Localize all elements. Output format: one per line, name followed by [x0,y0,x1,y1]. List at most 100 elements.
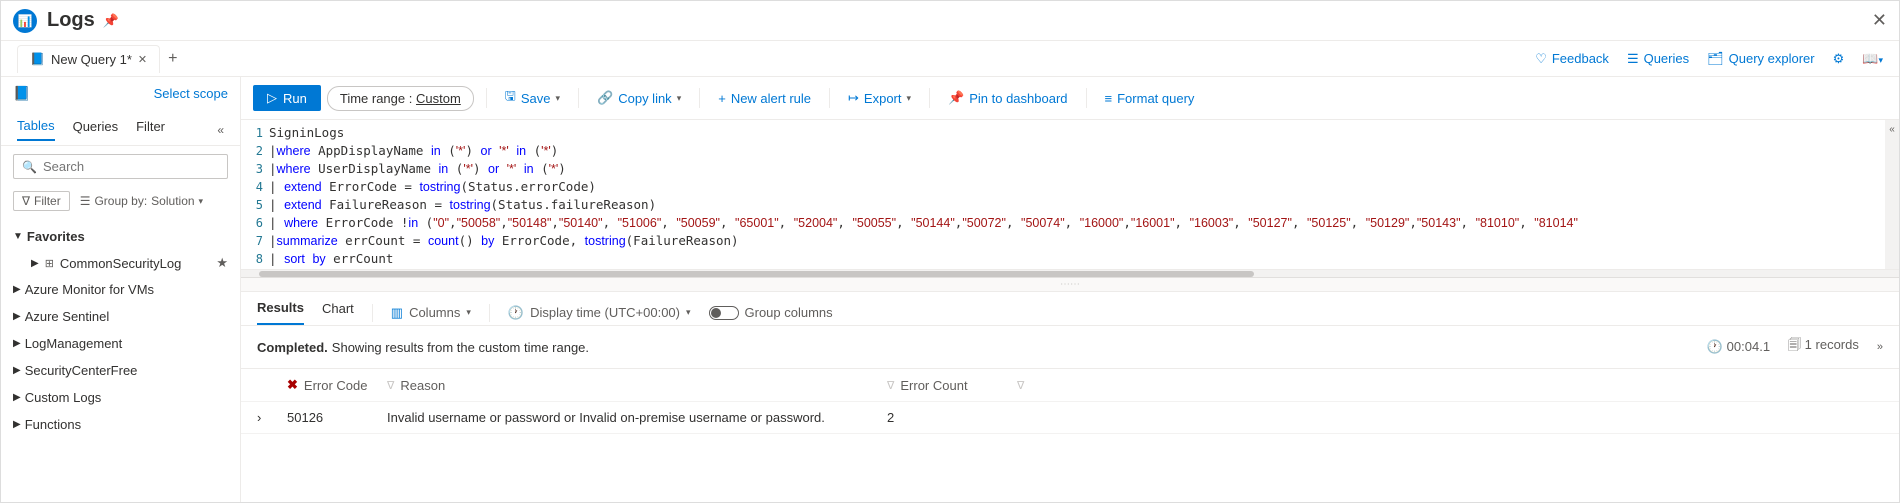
tab-queries[interactable]: Queries [73,119,119,140]
list-icon: ☰ [1627,51,1639,67]
results-tab[interactable]: Results [257,300,304,325]
record-count: 🗐 1 records [1788,336,1859,358]
star-icon[interactable]: ★ [216,255,228,271]
groupby-dropdown[interactable]: ☰ Group by: Solution ▾ [80,194,203,208]
play-icon: ▷ [267,90,277,106]
query-editor[interactable]: 123456789 SigninLogs |where AppDisplayNa… [241,120,1899,270]
x-icon: ✖ [287,377,298,393]
query-tab[interactable]: 📘 New Query 1* ✕ [17,45,160,73]
page-title: Logs [47,9,95,32]
code-area[interactable]: SigninLogs |where AppDisplayName in ('*'… [269,120,1885,269]
status-right: 🕐 00:04.1 🗐 1 records » [1707,336,1883,358]
queries-button[interactable]: ☰ Queries [1627,51,1689,67]
table-header: ✖ Error Code ∇ Reason ∇ Error Count ∇ [241,369,1899,402]
divider [486,88,487,108]
export-button[interactable]: ↦ Export ▾ [842,86,917,110]
sidebar-top: 📘 Select scope [1,77,240,110]
solution-item[interactable]: Azure Monitor for VMs [13,276,228,303]
funnel-icon[interactable]: ∇ [1017,379,1024,392]
run-button[interactable]: ▷ Run [253,85,321,111]
pin-icon: 📌 [948,90,964,106]
pin-icon[interactable]: 📌 [103,13,119,29]
close-icon[interactable]: ✕ [1872,10,1887,31]
toggle-switch[interactable] [709,306,739,320]
search-icon: 🔍 [22,160,37,174]
col-reason[interactable]: ∇ Reason [387,378,887,393]
divider [929,88,930,108]
columns-icon: ▥ [391,305,403,321]
sidebar-tabs: Tables Queries Filter « [1,110,240,146]
clock-icon: 🕐 [1707,339,1723,354]
collapse-sidebar-icon[interactable]: « [217,123,224,137]
solution-item[interactable]: SecurityCenterFree [13,357,228,384]
sidebar-tree: Favorites ⊞ CommonSecurityLog ★ Azure Mo… [1,219,240,502]
top-right-actions: ♡ Feedback ☰ Queries 🗂 Query explorer ⚙ … [1535,51,1883,67]
search-box[interactable]: 🔍 [13,154,228,179]
add-tab-button[interactable]: + [168,50,177,68]
divider [578,88,579,108]
tab-close-icon[interactable]: ✕ [138,53,147,66]
help-icon[interactable]: 📖▾ [1862,51,1883,67]
solution-item[interactable]: LogManagement [13,330,228,357]
favorite-item[interactable]: ⊞ CommonSecurityLog ★ [13,250,228,276]
display-time-button[interactable]: 🕐 Display time (UTC+00:00) ▾ [508,305,691,321]
chevron-down-icon: ▾ [466,307,471,318]
horizontal-scrollbar[interactable] [241,270,1899,278]
chart-tab[interactable]: Chart [322,301,354,324]
expand-icon[interactable]: » [1877,341,1883,353]
tab-filter[interactable]: Filter [136,119,165,140]
status-bar: Completed. Showing results from the cust… [241,326,1899,369]
expand-row-icon[interactable]: › [257,410,287,425]
select-scope-link[interactable]: Select scope [154,86,228,101]
feedback-button[interactable]: ♡ Feedback [1535,51,1609,67]
list-icon: ☰ [80,194,91,208]
pin-dashboard-button[interactable]: 📌 Pin to dashboard [942,86,1073,110]
caret-icon [13,284,21,295]
chevron-down-icon: ▾ [677,93,682,104]
filter-button[interactable]: ∇ Filter [13,191,70,211]
save-button[interactable]: 🖫 Save ▾ [499,83,566,113]
group-columns-toggle[interactable]: Group columns [709,305,833,320]
status-text: Showing results from the custom time ran… [332,340,589,355]
funnel-icon: ∇ [387,379,394,392]
scope-icon: 📘 [13,85,30,102]
search-input[interactable] [43,159,219,174]
funnel-icon: ∇ [887,379,894,392]
query-explorer-button[interactable]: 🗂 Query explorer [1707,51,1815,67]
chevron-down-icon: ▾ [686,307,691,318]
gear-icon[interactable]: ⚙ [1833,51,1845,67]
favorites-section[interactable]: Favorites [13,223,228,250]
copy-link-button[interactable]: 🔗 Copy link ▾ [591,86,687,110]
table-row[interactable]: › 50126 Invalid username or password or … [241,402,1899,434]
divider [699,88,700,108]
new-alert-button[interactable]: + New alert rule [712,87,817,110]
chevron-down-icon: ▾ [199,196,204,207]
main-layout: 📘 Select scope Tables Queries Filter « 🔍… [1,77,1899,502]
cell-error-code: 50126 [287,410,387,425]
caret-icon [13,311,21,322]
caret-icon [13,365,21,376]
columns-button[interactable]: ▥ Columns ▾ [391,305,471,321]
collapse-handle[interactable]: « [1885,120,1899,269]
solution-item[interactable]: Functions [13,411,228,438]
caret-icon [13,419,21,430]
heart-icon: ♡ [1535,51,1547,67]
tab-tables[interactable]: Tables [17,118,55,141]
filter-row: ∇ Filter ☰ Group by: Solution ▾ [1,187,240,219]
solution-item[interactable]: Azure Sentinel [13,303,228,330]
records-icon: 🗐 [1788,337,1801,352]
caret-icon [13,231,23,242]
export-icon: ↦ [848,90,859,106]
col-error-count[interactable]: ∇ Error Count [887,378,1007,393]
explorer-icon: 🗂 [1707,51,1724,67]
chevron-down-icon: ▾ [907,93,912,104]
solution-item[interactable]: Custom Logs [13,384,228,411]
time-range-picker[interactable]: Time range : Custom [327,86,474,111]
col-error-code[interactable]: ✖ Error Code [287,377,387,393]
funnel-icon: ∇ [22,194,30,208]
tab-bar: 📘 New Query 1* ✕ + ♡ Feedback ☰ Queries … [1,41,1899,77]
duration: 🕐 00:04.1 [1707,339,1770,355]
resize-handle[interactable]: ⋯⋯ [241,278,1899,292]
cell-reason: Invalid username or password or Invalid … [387,410,887,425]
format-query-button[interactable]: ≡ Format query [1099,87,1201,110]
